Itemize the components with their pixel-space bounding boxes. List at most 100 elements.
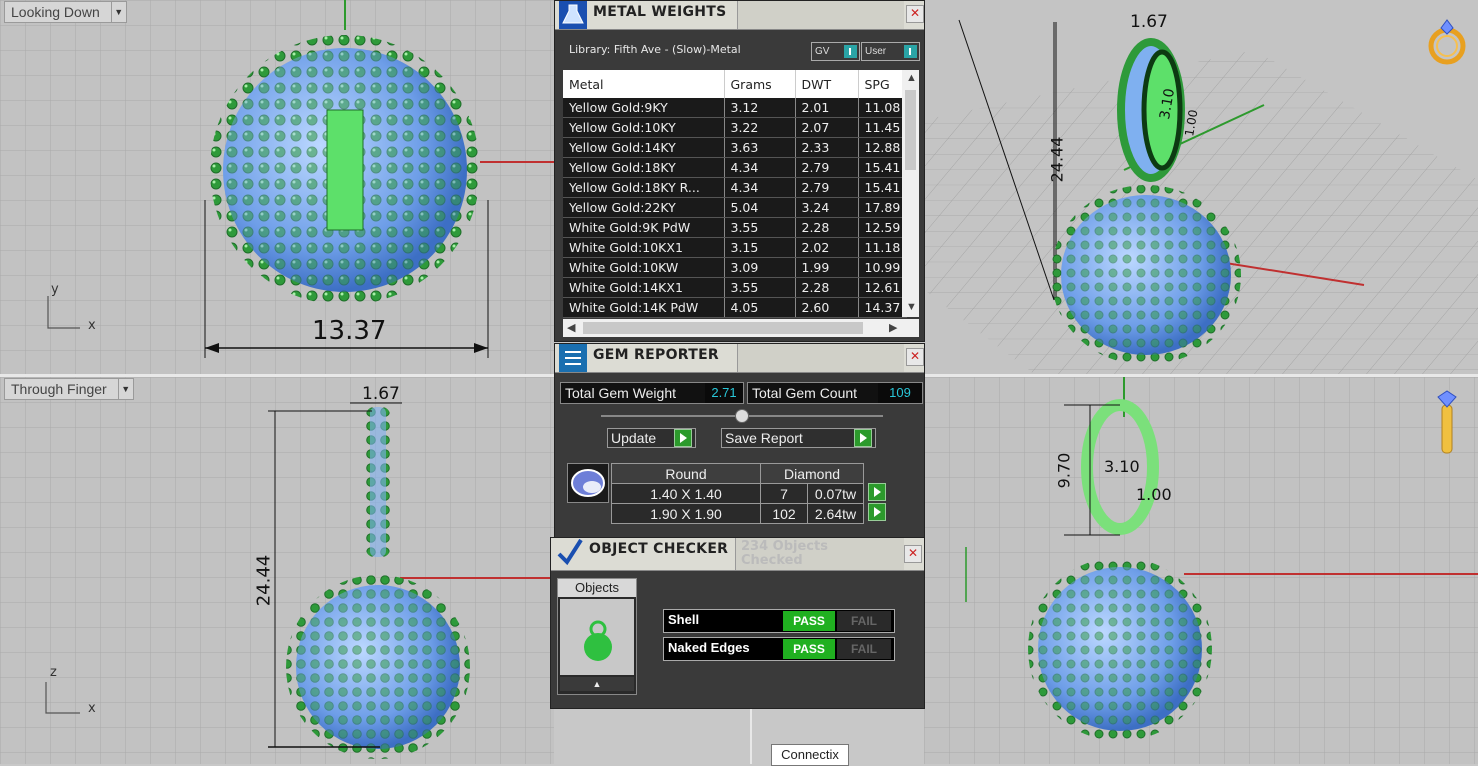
checkmark-icon xyxy=(557,538,583,566)
table-row[interactable]: White Gold:14K PdW 4.05 2.60 14.37 xyxy=(563,297,908,318)
table-row[interactable]: Yellow Gold:10KY 3.22 2.07 11.45 xyxy=(563,117,908,138)
fail-badge[interactable]: FAIL xyxy=(837,611,891,631)
metal-weights-panel: METAL WEIGHTS ✕ Library: Fifth Ave - (Sl… xyxy=(554,0,925,342)
pass-badge[interactable]: PASS xyxy=(783,639,835,659)
title-tab xyxy=(737,1,904,29)
scroll-thumb[interactable] xyxy=(905,90,916,170)
gv-toggle-label: GV xyxy=(815,46,830,57)
cell-metal: Yellow Gold:18KY R... xyxy=(563,177,725,198)
cell-dwt: 2.60 xyxy=(795,297,859,318)
gem-shape-thumbnail[interactable] xyxy=(567,463,609,503)
table-row[interactable]: White Gold:10KW 3.09 1.99 10.99 xyxy=(563,257,908,278)
cell-spg: 17.89 xyxy=(858,197,908,218)
chevron-down-icon[interactable]: ▼ xyxy=(117,379,133,399)
close-icon[interactable]: ✕ xyxy=(906,348,924,366)
save-report-button[interactable]: Save Report xyxy=(721,428,876,448)
object-thumbnail[interactable] xyxy=(560,599,634,675)
cell-dwt: 2.33 xyxy=(795,137,859,158)
table-row[interactable]: Yellow Gold:14KY 3.63 2.33 12.88 xyxy=(563,137,908,158)
chevron-down-icon[interactable]: ▼ xyxy=(110,2,126,22)
cell-spg: 10.99 xyxy=(858,257,908,278)
close-icon[interactable]: ✕ xyxy=(906,5,924,23)
viewport-through-finger[interactable]: Through Finger ▼ 1.67 24.44 z x xyxy=(0,377,554,764)
dimension-inner-2: 1.00 xyxy=(1136,485,1172,504)
scroll-right-icon[interactable]: ▶ xyxy=(889,321,897,334)
cell-spg: 12.61 xyxy=(858,277,908,298)
pass-badge[interactable]: PASS xyxy=(783,611,835,631)
fail-badge[interactable]: FAIL xyxy=(837,639,891,659)
gem-reporter-titlebar[interactable]: GEM REPORTER ✕ xyxy=(555,344,924,373)
user-toggle[interactable]: User xyxy=(861,42,920,61)
viewport-divider-vertical[interactable] xyxy=(750,708,752,764)
table-row[interactable]: Yellow Gold:18KY R... 4.34 2.79 15.41 xyxy=(563,177,908,198)
close-icon[interactable]: ✕ xyxy=(904,545,922,563)
table-row[interactable]: 1.40 X 1.40 7 0.07tw xyxy=(611,483,864,504)
viewport-label-dropdown[interactable]: Through Finger ▼ xyxy=(4,378,134,400)
viewport-front[interactable]: 9.70 3.10 1.00 y xyxy=(924,377,1478,764)
viewport-grid xyxy=(0,377,554,764)
column-header-spg[interactable]: SPG xyxy=(858,70,908,98)
table-row[interactable]: 1.90 X 1.90 102 2.64tw xyxy=(611,503,864,524)
table-row[interactable]: Yellow Gold:22KY 5.04 3.24 17.89 xyxy=(563,197,908,218)
cell-grams: 3.09 xyxy=(724,257,796,278)
gem-row-play-icon[interactable] xyxy=(868,483,886,501)
total-gem-count-value: 109 xyxy=(878,383,922,403)
gem-material-header: Diamond xyxy=(760,463,864,484)
cell-metal: White Gold:10KW xyxy=(563,257,725,278)
scroll-thumb[interactable] xyxy=(583,322,863,334)
objects-checked-status: 234 Objects Checked xyxy=(741,539,828,568)
table-row[interactable]: White Gold:10KX1 3.15 2.02 11.18 xyxy=(563,237,908,258)
axis-y-label: y xyxy=(51,282,59,297)
update-button[interactable]: Update xyxy=(607,428,696,448)
viewport-looking-down[interactable]: Looking Down ▼ 13.37 y x xyxy=(0,0,554,374)
gv-toggle[interactable]: GV xyxy=(811,42,860,61)
gem-reporter-panel: GEM REPORTER ✕ Total Gem Weight 2.71 Tot… xyxy=(554,343,925,538)
column-header-grams[interactable]: Grams xyxy=(724,70,796,98)
check-shell: Shell PASS FAIL xyxy=(663,609,895,633)
total-gem-count-label: Total Gem Count xyxy=(752,385,858,401)
object-checker-titlebar[interactable]: OBJECT CHECKER 234 Objects Checked ✕ xyxy=(551,538,924,571)
cell-metal: White Gold:10KX1 xyxy=(563,237,725,258)
update-button-label: Update xyxy=(611,430,657,446)
cell-grams: 3.12 xyxy=(724,98,796,118)
axis-x-label: x xyxy=(88,318,96,333)
slider-thumb[interactable] xyxy=(735,409,749,423)
cell-metal: White Gold:9K PdW xyxy=(563,217,725,238)
scroll-up-icon[interactable]: ▲ xyxy=(906,72,917,84)
cell-spg: 14.37 xyxy=(858,297,908,318)
gem-row-play-icon[interactable] xyxy=(868,503,886,521)
viewport-label-dropdown[interactable]: Looking Down ▼ xyxy=(4,1,127,23)
cell-grams: 3.22 xyxy=(724,117,796,138)
cell-dwt: 2.07 xyxy=(795,117,859,138)
cell-dwt: 3.24 xyxy=(795,197,859,218)
total-gem-weight: Total Gem Weight 2.71 xyxy=(560,382,744,404)
cell-metal: Yellow Gold:18KY xyxy=(563,157,725,178)
cell-spg: 12.88 xyxy=(858,137,908,158)
gem-shape-header: Round xyxy=(611,463,761,484)
cell-dwt: 2.79 xyxy=(795,177,859,198)
tooltip: Connectix xyxy=(771,744,849,766)
axis-x-label: x xyxy=(88,701,96,716)
table-row[interactable]: Yellow Gold:9KY 3.12 2.01 11.08 xyxy=(563,98,908,118)
table-row[interactable]: White Gold:14KX1 3.55 2.28 12.61 xyxy=(563,277,908,298)
cell-dwt: 2.28 xyxy=(795,217,859,238)
cell-grams: 3.55 xyxy=(724,277,796,298)
column-header-metal[interactable]: Metal xyxy=(563,70,725,98)
gem-report-icon xyxy=(559,344,587,372)
play-icon xyxy=(674,429,692,447)
scroll-left-icon[interactable]: ◀ xyxy=(567,321,575,334)
viewport-perspective[interactable]: 1.67 24.44 3.10 1.00 xyxy=(924,0,1478,374)
cell-spg: 12.59 xyxy=(858,217,908,238)
panel-title: OBJECT CHECKER xyxy=(589,541,729,557)
collapse-up-button[interactable]: ▲ xyxy=(560,677,634,691)
objects-label: Objects xyxy=(558,579,636,597)
metal-weights-titlebar[interactable]: METAL WEIGHTS ✕ xyxy=(555,1,924,30)
table-row[interactable]: Yellow Gold:18KY 4.34 2.79 15.41 xyxy=(563,157,908,178)
table-row[interactable]: White Gold:9K PdW 3.55 2.28 12.59 xyxy=(563,217,908,238)
vertical-scrollbar[interactable]: ▲ ▼ xyxy=(902,70,919,317)
scroll-down-icon[interactable]: ▼ xyxy=(906,301,917,313)
check-name: Naked Edges xyxy=(668,640,750,655)
column-header-dwt[interactable]: DWT xyxy=(795,70,859,98)
horizontal-scrollbar[interactable]: ◀ ▶ xyxy=(563,319,919,337)
title-tab xyxy=(737,344,904,372)
